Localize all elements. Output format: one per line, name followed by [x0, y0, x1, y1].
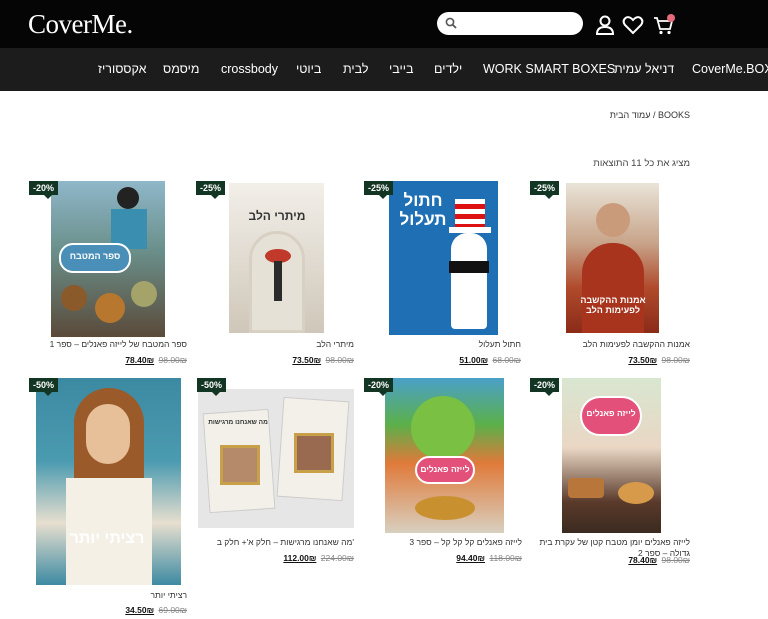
nav-item-baby[interactable]: בייבי: [389, 62, 413, 76]
cover-text: לייזה פאנלים: [586, 408, 636, 418]
cart-count-badge: [667, 14, 675, 22]
sale-price: 73.50₪: [628, 355, 658, 365]
nav-item-crossbody[interactable]: crossbody: [221, 62, 278, 76]
sale-price: 112.00₪: [283, 553, 317, 563]
product-price: 73.50₪ 98.00₪: [560, 355, 690, 365]
nav-item-beauty[interactable]: ביוטי: [296, 62, 321, 76]
cover-text: רציתי יותר: [69, 530, 145, 547]
product-image[interactable]: חתול תעלול: [389, 181, 498, 335]
product-image[interactable]: לייזה פאנלים: [562, 378, 661, 533]
cover-text: מה שאנחנו מרגישות: [208, 419, 268, 426]
sale-price: 51.00₪: [459, 355, 489, 365]
nav-item-daniel-amit[interactable]: דניאל עמית: [614, 62, 674, 76]
discount-badge: -20%: [29, 181, 59, 199]
nav-item-mismas[interactable]: מיסמס: [163, 62, 199, 76]
old-price: 98.00₪: [325, 355, 355, 365]
product-title[interactable]: ספר המטבח של לייזה פאנלים – ספר 1: [30, 339, 187, 350]
nav-item-kids[interactable]: ילדים: [434, 62, 462, 76]
old-price: 224.00₪: [320, 553, 354, 563]
top-bar: CoverMe.: [0, 0, 768, 48]
cover-text: חתול תעלול: [399, 191, 447, 229]
discount-badge: -50%: [197, 378, 227, 396]
results-count: מציג את כל 11 התוצאות: [593, 158, 690, 169]
sale-price: 78.40₪: [628, 555, 658, 565]
breadcrumb[interactable]: עמוד הבית / BOOKS: [560, 110, 690, 120]
product-image[interactable]: מיתרי הלב: [229, 183, 324, 333]
product-title[interactable]: לייזה פאנלים קל קל קל – ספר 3: [380, 537, 522, 548]
discount-badge: -25%: [364, 181, 394, 199]
sale-price: 94.40₪: [456, 553, 486, 563]
nav-item-coverme-box[interactable]: CoverMe.BOX: [692, 62, 768, 76]
discount-badge: -20%: [530, 378, 560, 396]
product-image[interactable]: ספר המטבח: [51, 181, 165, 337]
old-price: 98.00₪: [661, 355, 691, 365]
sale-price: 73.50₪: [292, 355, 322, 365]
product-price: 94.40₪ 118.00₪: [400, 553, 522, 563]
product-title[interactable]: מה שאנחנו מרגישות – חלק א'+ חלק ב': [190, 537, 354, 548]
old-price: 98.00₪: [661, 555, 691, 565]
discount-badge: -25%: [196, 181, 226, 199]
discount-badge: -25%: [530, 181, 560, 199]
nav-item-home[interactable]: לבית: [343, 62, 368, 76]
product-price: 73.50₪ 98.00₪: [230, 355, 354, 365]
product-price: 78.40₪ 98.00₪: [560, 555, 690, 565]
product-price: 78.40₪ 98.00₪: [60, 355, 187, 365]
nav-item-accessories[interactable]: אקססוריז: [98, 62, 146, 76]
sale-price: 78.40₪: [125, 355, 155, 365]
search-input[interactable]: [437, 12, 583, 35]
cover-text: מיתרי הלב: [248, 209, 306, 223]
product-title[interactable]: מיתרי הלב: [200, 339, 354, 350]
product-image[interactable]: רציתי יותר: [36, 378, 181, 585]
product-price: 51.00₪ 68.00₪: [400, 355, 521, 365]
sale-price: 34.50₪: [125, 605, 155, 615]
discount-badge: -20%: [364, 378, 394, 396]
old-price: 98.00₪: [158, 355, 188, 365]
product-image[interactable]: אמנות ההקשבה לפעימות הלב: [566, 183, 659, 333]
main-nav: CoverMe.BOX דניאל עמית WORK SMART BOXES …: [0, 48, 768, 91]
old-price: 69.00₪: [158, 605, 188, 615]
cover-text: לייזה פאנלים: [420, 464, 470, 474]
old-price: 118.00₪: [489, 553, 522, 563]
product-title[interactable]: אמנות ההקשבה לפעימות הלב: [520, 339, 690, 350]
product-title[interactable]: רציתי יותר: [60, 590, 187, 601]
old-price: 68.00₪: [492, 355, 522, 365]
product-price: 112.00₪ 224.00₪: [220, 553, 354, 563]
cover-text: אמנות ההקשבה לפעימות הלב: [580, 295, 646, 315]
wishlist-heart-icon[interactable]: [622, 14, 644, 36]
nav-item-work-smart-boxes[interactable]: WORK SMART BOXES: [483, 62, 615, 76]
site-logo[interactable]: CoverMe.: [28, 9, 133, 40]
search-icon: [445, 17, 457, 29]
user-icon[interactable]: [594, 14, 616, 36]
product-price: 34.50₪ 69.00₪: [60, 605, 187, 615]
product-title[interactable]: חתול תעלול: [380, 339, 521, 350]
cover-text: ספר המטבח: [69, 251, 121, 261]
product-image[interactable]: לייזה פאנלים: [385, 378, 504, 533]
product-image[interactable]: מה שאנחנו מרגישות: [198, 389, 354, 528]
discount-badge: -50%: [29, 378, 59, 396]
